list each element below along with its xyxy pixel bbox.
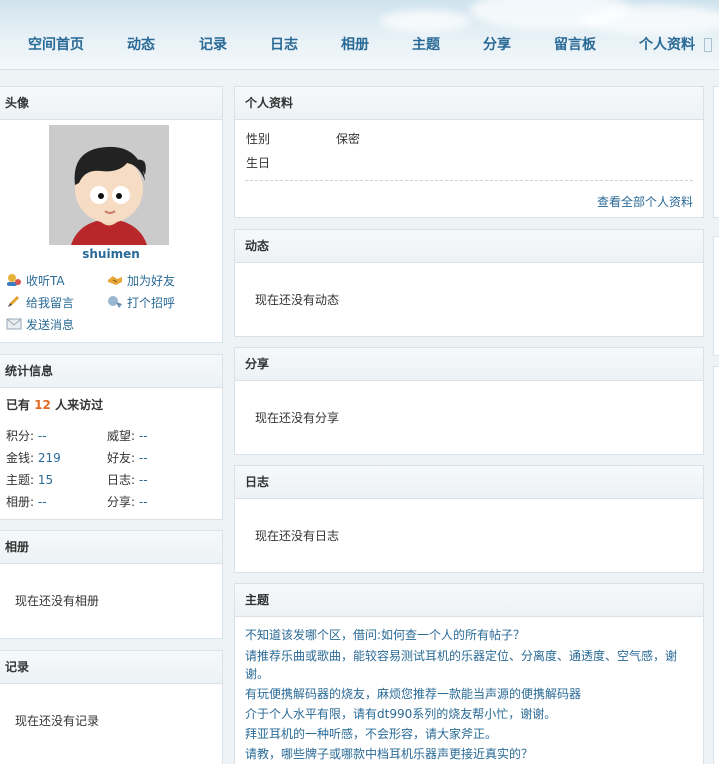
- thread-link[interactable]: 有玩便携解码器的烧友，麻烦您推荐一款能当声源的便携解码器: [245, 685, 581, 702]
- thread-link[interactable]: 请推荐乐曲或歌曲，能较容易测试耳机的乐器定位、分离度、通透度、空气感，谢: [245, 647, 677, 664]
- birthday-label: 生日: [246, 156, 271, 170]
- stat-prestige: 威望: --: [107, 429, 148, 443]
- stat-albums: 相册: --: [6, 495, 47, 509]
- thread-link[interactable]: 不知道该发哪个区，借问:如何查一个人的所有帖子？: [245, 626, 525, 643]
- gender-value: 保密: [336, 132, 361, 146]
- record-panel: 记录 现在还没有记录: [0, 650, 223, 764]
- nav-item-feed[interactable]: 动态: [127, 34, 155, 54]
- nav-item-profile[interactable]: 个人资料: [639, 34, 695, 54]
- right-column-panel: [713, 236, 719, 356]
- empty-message: 现在还没有相册: [15, 594, 100, 608]
- empty-message: 现在还没有记录: [15, 714, 100, 728]
- panel-title: 主题: [235, 584, 703, 617]
- nav-item-guestbook[interactable]: 留言板: [554, 34, 596, 54]
- stat-friends: 好友: --: [107, 451, 148, 465]
- pencil-icon: [8, 296, 19, 307]
- panel-title: 日志: [235, 466, 703, 499]
- cloud-decoration: [380, 10, 470, 32]
- send-message-link[interactable]: 发送消息: [6, 316, 74, 333]
- threads-panel: 主题 不知道该发哪个区，借问:如何查一个人的所有帖子？ 请推荐乐曲或歌曲，能较容…: [234, 583, 704, 764]
- thread-link[interactable]: 拜亚耳机的一种听感，不会形容，请大家斧正。: [245, 725, 497, 742]
- view-all-profile-link[interactable]: 查看全部个人资料: [597, 193, 693, 210]
- avatar-panel: 头像 shuimen 收听TA 加为好友 给我留言 打个招呼 发送消息: [0, 86, 223, 343]
- nav-item-threads[interactable]: 主题: [412, 34, 440, 54]
- panel-title: 头像: [0, 87, 222, 120]
- leave-message-link[interactable]: 给我留言: [6, 294, 74, 311]
- avatar[interactable]: [49, 125, 169, 245]
- add-friend-link[interactable]: 加为好友: [107, 272, 175, 289]
- album-panel: 相册 现在还没有相册: [0, 530, 223, 639]
- right-column-panel: [713, 86, 719, 218]
- nav-item-record[interactable]: 记录: [199, 34, 227, 54]
- empty-message: 现在还没有动态: [255, 293, 340, 307]
- stat-shares: 分享: --: [107, 495, 148, 509]
- nav-scroll-indicator: [704, 38, 712, 52]
- cloud-decoration: [580, 5, 719, 35]
- nav-item-share[interactable]: 分享: [483, 34, 511, 54]
- stats-panel: 统计信息 已有 12 人来访过 积分: -- 威望: -- 金钱: 219 好友…: [0, 354, 223, 520]
- visit-count: 已有 12 人来访过: [6, 398, 104, 412]
- empty-message: 现在还没有日志: [255, 529, 340, 543]
- gender-label: 性别: [246, 132, 271, 146]
- poke-icon: [108, 296, 122, 308]
- avatar-image: [49, 125, 169, 245]
- stat-blogs: 日志: --: [107, 473, 148, 487]
- right-column-panel: [713, 366, 719, 764]
- divider: [245, 180, 693, 181]
- panel-title: 相册: [0, 531, 222, 564]
- thread-link[interactable]: 请教，哪些牌子或哪款中档耳机乐器声更接近真实的？: [245, 745, 533, 762]
- username[interactable]: shuimen: [0, 247, 222, 261]
- profile-panel: 个人资料 性别 保密 生日 查看全部个人资料: [234, 86, 704, 218]
- handshake-icon: [108, 276, 122, 285]
- nav-item-blog[interactable]: 日志: [270, 34, 298, 54]
- thread-link[interactable]: 谢。: [245, 665, 269, 682]
- panel-title: 统计信息: [0, 355, 222, 388]
- panel-title: 个人资料: [235, 87, 703, 120]
- greet-link[interactable]: 打个招呼: [107, 294, 175, 311]
- top-nav: 空间首页 动态 记录 日志 相册 主题 分享 留言板 个人资料: [0, 0, 719, 70]
- stat-money: 金钱: 219: [6, 451, 61, 465]
- feed-panel: 动态 现在还没有动态: [234, 229, 704, 337]
- stat-credits: 积分: --: [6, 429, 47, 443]
- blog-panel: 日志 现在还没有日志: [234, 465, 704, 573]
- share-panel: 分享 现在还没有分享: [234, 347, 704, 455]
- nav-item-album[interactable]: 相册: [341, 34, 369, 54]
- follow-icon: [7, 274, 21, 286]
- panel-title: 动态: [235, 230, 703, 263]
- panel-title: 分享: [235, 348, 703, 381]
- panel-title: 记录: [0, 651, 222, 684]
- empty-message: 现在还没有分享: [255, 411, 340, 425]
- follow-link[interactable]: 收听TA: [6, 272, 65, 289]
- stat-threads: 主题: 15: [6, 473, 54, 487]
- thread-link[interactable]: 介于个人水平有限，请有dt990系列的烧友帮小忙，谢谢。: [245, 705, 556, 722]
- envelope-icon: [6, 318, 22, 330]
- nav-item-home[interactable]: 空间首页: [28, 34, 84, 54]
